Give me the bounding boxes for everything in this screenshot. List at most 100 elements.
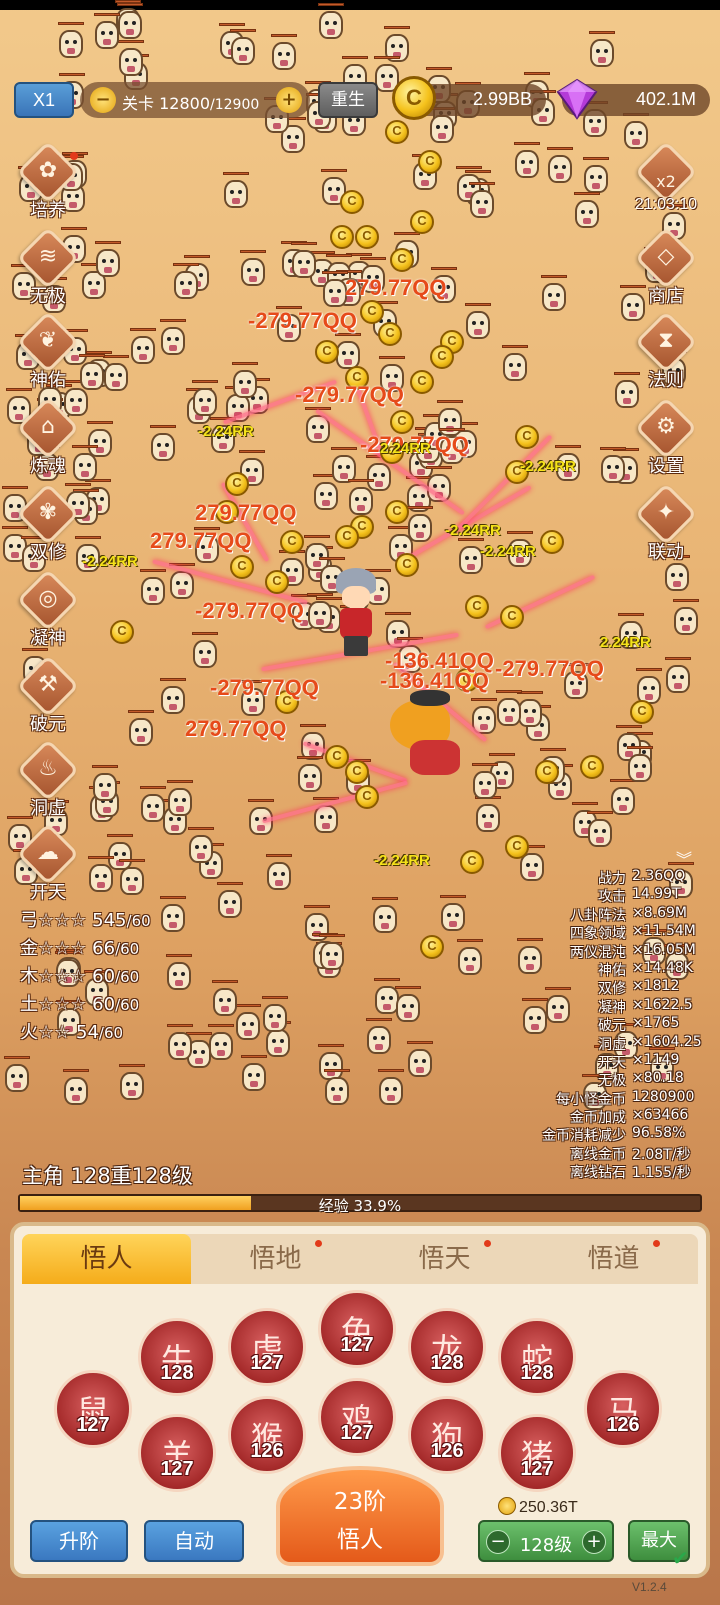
menu-button-wings[interactable]: ❦ 神佑 [12, 310, 84, 394]
stat-name: 攻击 [598, 889, 626, 906]
damage-number: -279.77QQ [248, 308, 357, 333]
stage-next-button[interactable]: + [276, 87, 302, 113]
element-name: 火 [20, 1022, 38, 1043]
zodiac-dragon-button[interactable]: 龙 128 [408, 1308, 486, 1386]
monster-body [224, 180, 248, 208]
zodiac-pig-button[interactable]: 猪 127 [498, 1414, 576, 1492]
upgrade-button[interactable]: 升阶 [30, 1520, 128, 1562]
monster-hp-bar [239, 450, 265, 453]
monster-hp-bar [407, 506, 433, 509]
zodiac-level: 127 [76, 1414, 110, 1436]
gold-coin-icon [498, 1497, 516, 1515]
zodiac-monkey-button[interactable]: 猴 126 [228, 1396, 306, 1474]
tab-3[interactable]: 悟天 [360, 1234, 529, 1284]
monster [158, 678, 188, 716]
tab-2[interactable]: 悟地 [191, 1234, 360, 1284]
monster-body [515, 150, 539, 178]
monster [572, 192, 602, 230]
stage-label: 关卡 12800/12900 [122, 90, 259, 114]
monster-hp-bar [437, 400, 463, 403]
tab-1[interactable]: 悟人 [22, 1234, 191, 1284]
menu-button-orb[interactable]: ◎ 凝神 [12, 568, 84, 652]
stats-collapse-icon[interactable]: ︾ [676, 846, 692, 870]
monster [295, 756, 325, 794]
stat-value: 1.155/秒 [632, 1165, 691, 1182]
monster-body [59, 30, 83, 58]
double-bonus-button[interactable]: x2 21:03:10 [630, 140, 702, 224]
menu-button-gear[interactable]: ⚙ 设置 [630, 396, 702, 480]
menu-button-hourglass[interactable]: ⧗ 法则 [630, 310, 702, 394]
monster [316, 3, 346, 41]
stat-name: 洞虚 [598, 1036, 626, 1053]
element-max: /60 [115, 940, 140, 958]
element-list: 弓☆☆☆ 545/60 金☆☆☆ 66/60 木☆☆☆ 60/60 土☆☆☆ 60/6… [20, 906, 151, 1046]
zodiac-snake-button[interactable]: 蛇 128 [498, 1318, 576, 1396]
rebirth-button[interactable]: 重生 [318, 82, 378, 118]
menu-button-diamond[interactable]: ◇ 商店 [630, 226, 702, 310]
monster [215, 882, 245, 920]
level-plus-button[interactable]: + [582, 1530, 606, 1554]
monster-hp-bar [472, 763, 498, 766]
zodiac-level: 127 [160, 1458, 194, 1480]
monster-hp-bar [212, 980, 238, 983]
auto-button[interactable]: 自动 [144, 1520, 244, 1562]
house-icon: ⌂ [41, 414, 55, 439]
monster-body [590, 39, 614, 67]
monster [539, 275, 569, 313]
menu-button-cloud[interactable]: ☁ 开天 [12, 822, 84, 906]
zodiac-goat-button[interactable]: 羊 127 [138, 1414, 216, 1492]
monster [473, 796, 503, 834]
monster [585, 811, 615, 849]
zodiac-tiger-button[interactable]: 虎 127 [228, 1308, 306, 1386]
zodiac-rat-button[interactable]: 鼠 127 [54, 1370, 132, 1448]
menu-button-link[interactable]: ✦ 联动 [630, 482, 702, 566]
stat-row: 两仪混沌 ×16.05M [482, 942, 702, 961]
zodiac-rabbit-button[interactable]: 兔 127 [318, 1290, 396, 1368]
monster [463, 303, 493, 341]
hourglass-icon: ⧗ [658, 328, 674, 353]
monster [126, 710, 156, 748]
monster-body [151, 433, 175, 461]
zodiac-level: 126 [606, 1414, 640, 1436]
stat-value: ×1622.5 [632, 996, 693, 1013]
zodiac-ox-button[interactable]: 牛 128 [138, 1318, 216, 1396]
monster-hp-bar [167, 1024, 193, 1027]
coin-drop-icon [355, 785, 379, 809]
monster [165, 780, 195, 818]
rank-button[interactable]: 23阶 悟人 [276, 1466, 444, 1566]
zodiac-rooster-button[interactable]: 鸡 127 [318, 1378, 396, 1456]
tab-4[interactable]: 悟道 [529, 1234, 698, 1284]
monster [364, 1018, 394, 1056]
monster-body [209, 1032, 233, 1060]
menu-button-layers[interactable]: ≋ 无极 [12, 226, 84, 310]
zodiac-dog-button[interactable]: 狗 126 [408, 1396, 486, 1474]
monster [467, 182, 497, 220]
monster-hp-bar [360, 257, 386, 260]
diamond-icon: ◇ [657, 244, 675, 269]
monster [455, 939, 485, 977]
monster [405, 1041, 435, 1079]
menu-button-cultivate[interactable]: ✿ 培养 [12, 140, 84, 224]
speed-button[interactable]: X1 [14, 82, 74, 118]
coin-drop-icon [280, 530, 304, 554]
monster-body [470, 190, 494, 218]
menu-button-house[interactable]: ⌂ 炼魂 [12, 396, 84, 480]
monster-body [120, 1072, 144, 1100]
coin-drop-icon [580, 755, 604, 779]
monster-hp-bar [331, 447, 357, 450]
stage-prev-button[interactable]: − [90, 87, 116, 113]
monster-body [584, 165, 608, 193]
zodiac-horse-button[interactable]: 马 126 [584, 1370, 662, 1448]
menu-button-lotus[interactable]: ✾ 双修 [12, 482, 84, 566]
stat-row: 每小怪金币 1280900 [482, 1089, 702, 1108]
tab-label: 悟人 [80, 1244, 133, 1274]
monster-hp-bar [378, 1069, 404, 1072]
monster [598, 447, 628, 485]
monster-body [314, 482, 338, 510]
menu-button-axe[interactable]: ⚒ 破元 [12, 654, 84, 738]
menu-button-flame[interactable]: ♨ 洞虚 [12, 738, 84, 822]
monster-body [575, 200, 599, 228]
monster-body [104, 363, 128, 391]
stat-value: 96.58% [632, 1125, 686, 1142]
element-name: 木 [20, 966, 38, 987]
